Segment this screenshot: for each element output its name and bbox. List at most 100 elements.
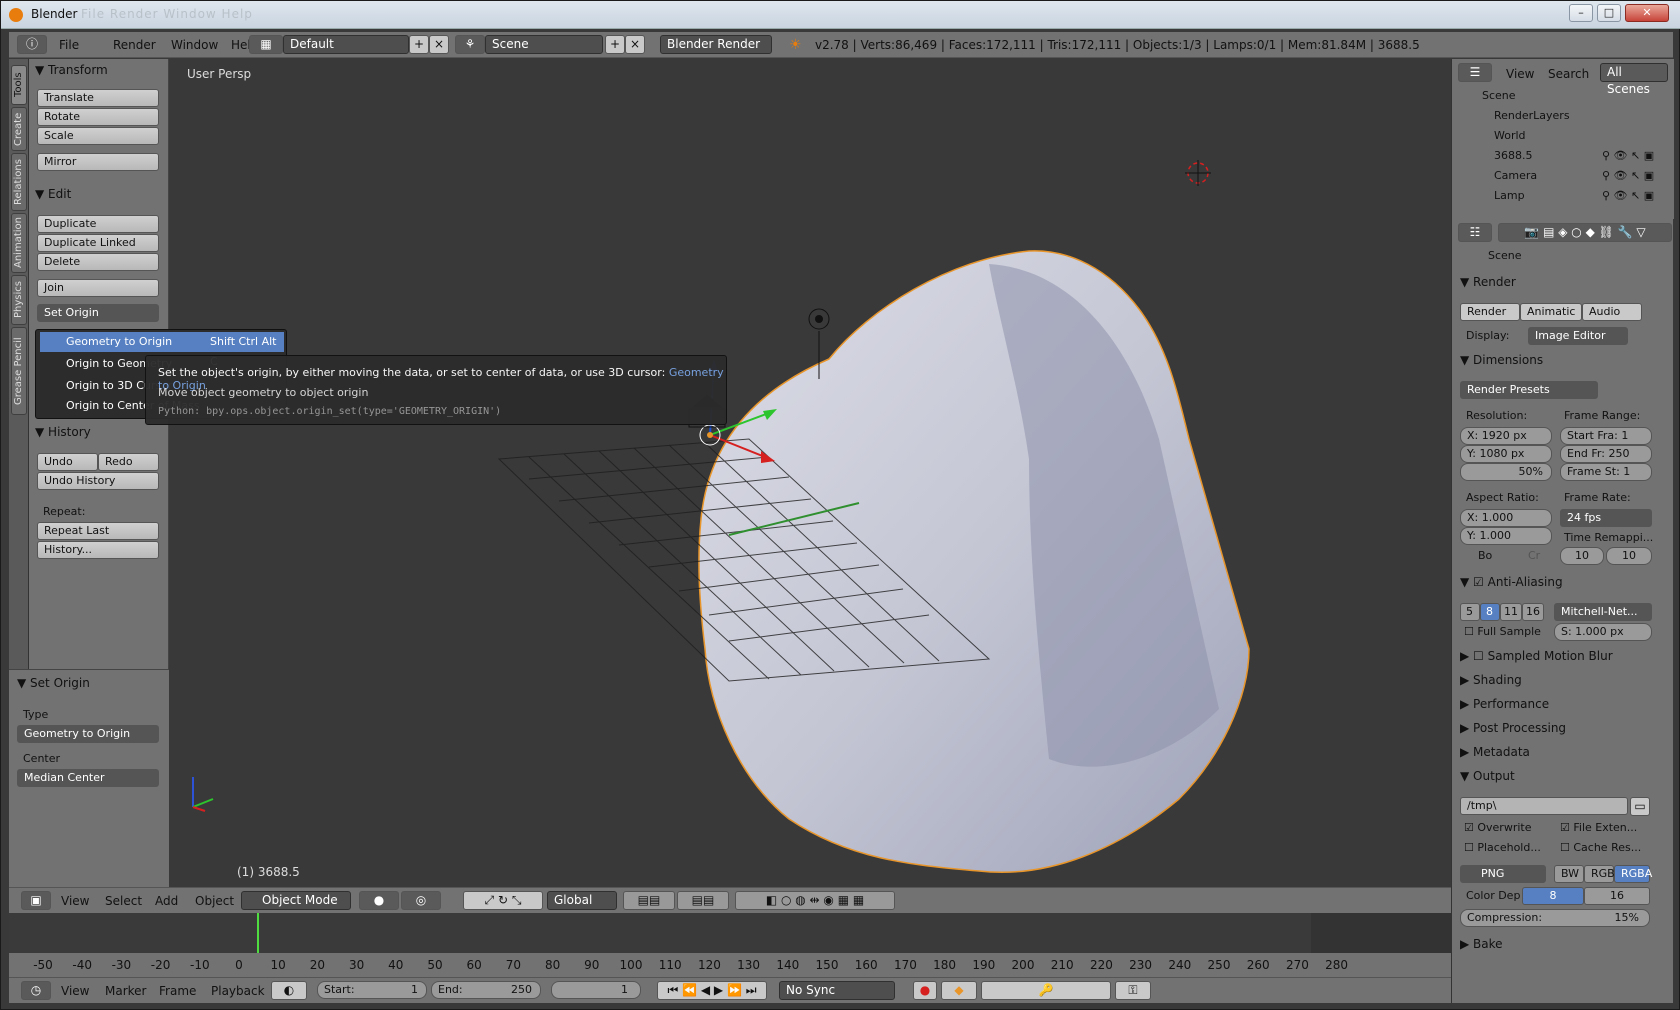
3d-viewport[interactable]: User Persp (1) 3688.5 bbox=[169, 59, 1451, 887]
redo-button[interactable]: Redo bbox=[98, 453, 159, 471]
current-frame-field[interactable]: 1 bbox=[551, 981, 641, 999]
menu-frame[interactable]: Frame bbox=[159, 984, 196, 998]
overwrite-checkbox[interactable]: ☑ Overwrite bbox=[1464, 821, 1531, 834]
color-rgba-button[interactable]: RGBA bbox=[1614, 865, 1652, 883]
outliner-row-world[interactable]: World bbox=[1494, 129, 1526, 142]
resolution-x-field[interactable]: X: 1920 px bbox=[1460, 427, 1552, 445]
menu-file[interactable]: File bbox=[59, 38, 79, 52]
outliner-row-renderlayers[interactable]: RenderLayers bbox=[1494, 109, 1570, 122]
shading-mode-icon[interactable]: ● bbox=[359, 891, 399, 910]
end-frame-field[interactable]: End: 250 bbox=[431, 981, 541, 999]
compression-field[interactable]: Compression: 15% bbox=[1460, 909, 1650, 927]
remove-scene-button[interactable]: × bbox=[625, 35, 645, 54]
render-presets-dropdown[interactable]: Render Presets bbox=[1460, 381, 1598, 399]
duplicate-linked-button[interactable]: Duplicate Linked bbox=[37, 234, 159, 252]
rotate-button[interactable]: Rotate bbox=[37, 108, 159, 126]
undo-history-button[interactable]: Undo History bbox=[37, 472, 159, 490]
editor-type-outliner-icon[interactable]: ☰ bbox=[1458, 63, 1492, 82]
visibility-icons-camera[interactable]: ⚲ 👁 ↖ ▣ bbox=[1602, 169, 1654, 182]
menu-select[interactable]: Select bbox=[105, 894, 142, 908]
tab-create[interactable]: Create bbox=[11, 107, 27, 151]
menu-add[interactable]: Add bbox=[155, 894, 178, 908]
history-button[interactable]: History... bbox=[37, 541, 159, 559]
start-frame-prop[interactable]: Start Fra: 1 bbox=[1560, 427, 1652, 445]
crop-checkbox[interactable]: Cr bbox=[1528, 549, 1540, 562]
editor-type-timeline-icon[interactable]: ◷ bbox=[21, 981, 51, 1000]
folder-icon[interactable]: ▭ bbox=[1630, 797, 1650, 816]
layers-grid-b[interactable]: ▤▤ bbox=[677, 891, 729, 910]
manipulator-icons[interactable]: ⤢ ↻ ⤡ bbox=[463, 891, 543, 910]
start-frame-field[interactable]: Start: 1 bbox=[317, 981, 427, 999]
visibility-icons-lamp[interactable]: ⚲ 👁 ↖ ▣ bbox=[1602, 189, 1654, 202]
remap-old-field[interactable]: 10 bbox=[1560, 547, 1604, 565]
aspect-y-field[interactable]: Y: 1.000 bbox=[1460, 527, 1552, 545]
editor-type-info-icon[interactable]: ⓘ bbox=[17, 35, 47, 54]
menu-object[interactable]: Object bbox=[195, 894, 234, 908]
menu-timeline-view[interactable]: View bbox=[61, 984, 89, 998]
depth-16-button[interactable]: 16 bbox=[1584, 887, 1650, 905]
delete-button[interactable]: Delete bbox=[37, 253, 159, 271]
menu-render[interactable]: Render bbox=[113, 38, 156, 52]
render-engine-dropdown[interactable]: Blender Render bbox=[660, 35, 772, 54]
properties-context-tabs[interactable]: 📷 ▤ ◈ ○ ◆ ⛓ 🔧 ▽ bbox=[1498, 223, 1672, 242]
add-scene-button[interactable]: + bbox=[605, 35, 625, 54]
tab-grease-pencil[interactable]: Grease Pencil bbox=[11, 327, 27, 415]
outliner-tab-search[interactable]: Search bbox=[1548, 67, 1589, 81]
operator-panel-header[interactable]: ▼ Set Origin bbox=[17, 676, 90, 690]
layers-grid-a[interactable]: ▤▤ bbox=[623, 891, 675, 910]
remap-new-field[interactable]: 10 bbox=[1606, 547, 1652, 565]
full-sample-checkbox[interactable]: ☐ Full Sample bbox=[1464, 625, 1541, 638]
translate-button[interactable]: Translate bbox=[37, 89, 159, 107]
minimize-button[interactable]: – bbox=[1569, 4, 1593, 22]
tab-relations[interactable]: Relations bbox=[11, 153, 27, 211]
outliner-row-scene[interactable]: Scene bbox=[1482, 89, 1516, 102]
center-dropdown[interactable]: Median Center bbox=[17, 769, 159, 787]
scene-dropdown[interactable]: Scene bbox=[485, 35, 603, 54]
aa-filter-dropdown[interactable]: Mitchell-Net... bbox=[1554, 603, 1652, 621]
type-dropdown[interactable]: Geometry to Origin bbox=[17, 725, 159, 743]
cache-result-checkbox[interactable]: ☐ Cache Res... bbox=[1560, 841, 1641, 854]
output-path-field[interactable]: /tmp\ bbox=[1460, 797, 1628, 815]
mode-dropdown[interactable]: Object Mode bbox=[241, 891, 351, 910]
scene-icon[interactable]: ⚘ bbox=[455, 35, 485, 54]
close-button[interactable]: ✕ bbox=[1625, 4, 1669, 22]
post-processing-panel-header[interactable]: ▶ Post Processing bbox=[1460, 721, 1656, 741]
metadata-panel-header[interactable]: ▶ Metadata bbox=[1460, 745, 1656, 765]
fps-dropdown[interactable]: 24 fps bbox=[1560, 509, 1652, 527]
repeat-last-button[interactable]: Repeat Last bbox=[37, 522, 159, 540]
timeline-editor[interactable]: -50 -40 -30 -20 -10 0 10 20 30 40 50 60 70 80 90 100 110… bbox=[9, 913, 1451, 977]
file-format-dropdown[interactable]: PNG bbox=[1460, 865, 1546, 883]
menu-window[interactable]: Window bbox=[171, 38, 218, 52]
scale-button[interactable]: Scale bbox=[37, 127, 159, 145]
maximize-button[interactable]: □ bbox=[1597, 4, 1621, 22]
menu-playback[interactable]: Playback bbox=[211, 984, 265, 998]
depth-8-button[interactable]: 8 bbox=[1522, 887, 1584, 905]
aa-sample-5[interactable]: 5 bbox=[1460, 603, 1480, 621]
aa-sample-16[interactable]: 16 bbox=[1522, 603, 1544, 621]
screen-layout-icon[interactable]: ▦ bbox=[249, 35, 283, 54]
playback-controls[interactable]: ⏮ ⏪ ◀ ▶ ⏩ ⏭ bbox=[657, 981, 767, 1000]
placeholders-checkbox[interactable]: ☐ Placehold... bbox=[1464, 841, 1541, 854]
history-panel-header[interactable]: ▼ History bbox=[35, 425, 91, 439]
resolution-percent-field[interactable]: 50% bbox=[1460, 463, 1552, 481]
performance-panel-header[interactable]: ▶ Performance bbox=[1460, 697, 1656, 717]
outliner-row-camera[interactable]: Camera bbox=[1494, 169, 1537, 182]
resolution-y-field[interactable]: Y: 1080 px bbox=[1460, 445, 1552, 463]
orientation-dropdown[interactable]: Global bbox=[547, 891, 617, 910]
audio-button[interactable]: Audio bbox=[1582, 303, 1642, 321]
animation-button[interactable]: Animatic bbox=[1520, 303, 1582, 321]
undo-button[interactable]: Undo bbox=[37, 453, 98, 471]
filter-size-field[interactable]: S: 1.000 px bbox=[1554, 623, 1652, 641]
outliner-tab-view[interactable]: View bbox=[1506, 67, 1534, 81]
tab-tools[interactable]: Tools bbox=[11, 65, 27, 105]
editor-type-3d-icon[interactable]: ▣ bbox=[21, 891, 51, 910]
tab-physics[interactable]: Physics bbox=[11, 275, 27, 325]
menu-view[interactable]: View bbox=[61, 894, 89, 908]
dimensions-panel-header[interactable]: ▼ Dimensions bbox=[1460, 353, 1656, 373]
color-rgb-button[interactable]: RGB bbox=[1584, 865, 1615, 883]
set-origin-dropdown[interactable]: Set Origin bbox=[37, 304, 159, 322]
transform-panel-header[interactable]: ▼ Transform bbox=[35, 63, 108, 77]
outliner-row-lamp[interactable]: Lamp bbox=[1494, 189, 1525, 202]
aa-sample-11[interactable]: 11 bbox=[1500, 603, 1522, 621]
join-button[interactable]: Join bbox=[37, 279, 159, 297]
